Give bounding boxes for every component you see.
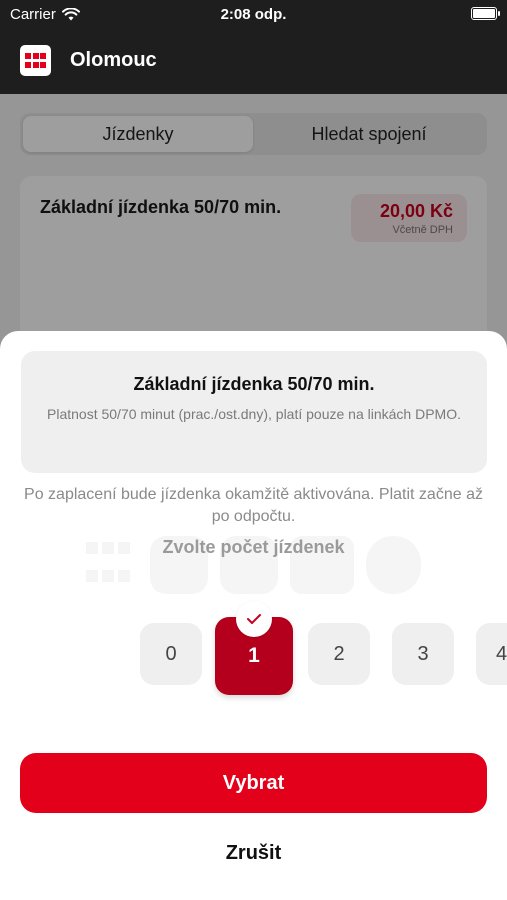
choose-count-label: Zvolte počet jízdenek	[162, 537, 345, 557]
quantity-option-4[interactable]: 4	[476, 623, 507, 685]
select-button[interactable]: Vybrat	[20, 753, 487, 813]
dpmo-logo-icon	[20, 45, 51, 76]
quantity-sheet: Základní jízdenka 50/70 min. Platnost 50…	[0, 331, 507, 900]
cancel-button[interactable]: Zrušit	[150, 835, 357, 871]
quantity-option-0[interactable]: 0	[140, 623, 202, 685]
quantity-option-2[interactable]: 2	[308, 623, 370, 685]
clock: 2:08 odp.	[220, 6, 287, 23]
quantity-option-3[interactable]: 3	[392, 623, 454, 685]
ticket-title: Základní jízdenka 50/70 min.	[133, 374, 375, 394]
battery-icon	[471, 7, 500, 20]
nav-title: Olomouc	[70, 49, 157, 71]
activation-note: Po zaplacení bude jízdenka okamžitě akti…	[24, 486, 483, 525]
ticket-info-box: Základní jízdenka 50/70 min. Platnost 50…	[21, 351, 487, 473]
checkmark-icon	[236, 601, 272, 637]
ticket-description: Platnost 50/70 minut (prac./ost.dny), pl…	[47, 406, 461, 422]
status-bar: Carrier 2:08 odp.	[0, 0, 507, 30]
nav-bar: Olomouc	[0, 30, 507, 94]
